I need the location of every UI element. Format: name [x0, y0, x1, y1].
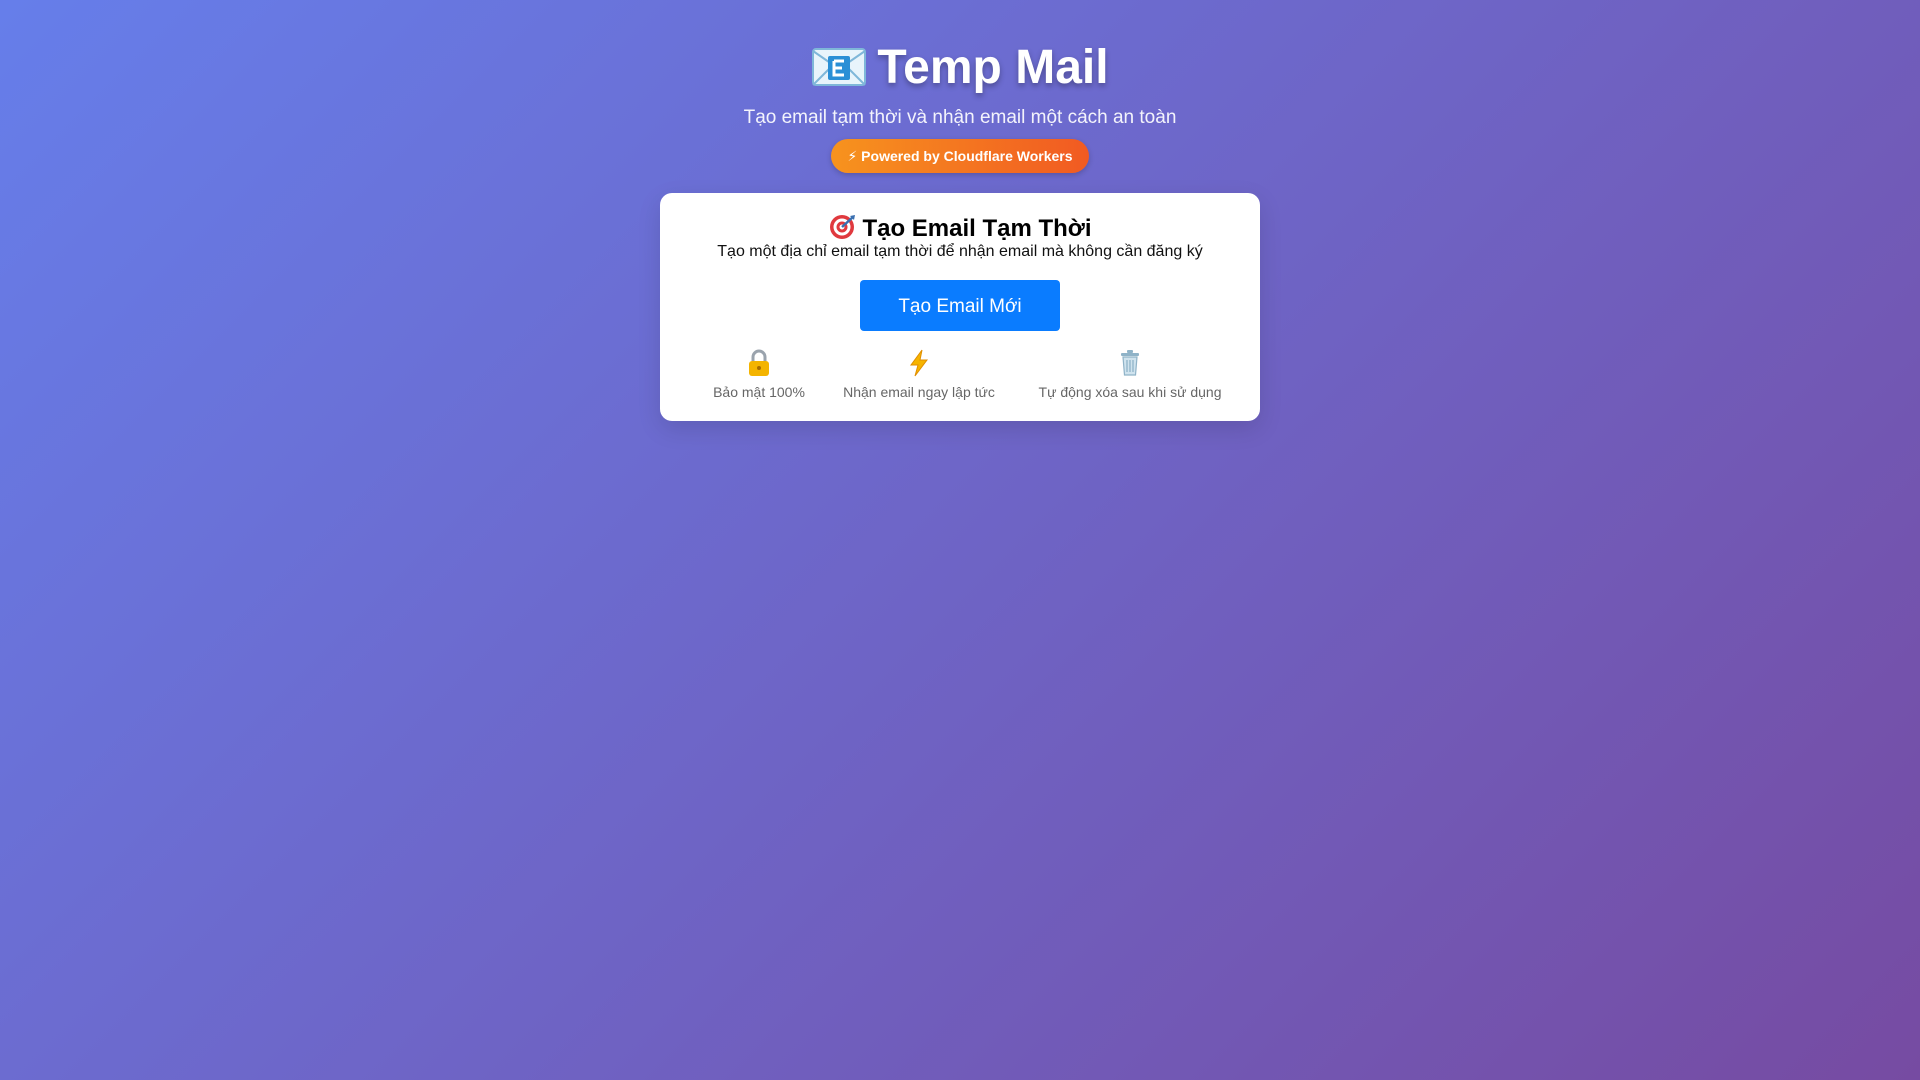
target-icon [830, 215, 856, 239]
app-title-text: Temp Mail [877, 41, 1109, 94]
feature-security: Bảo mật 100% [686, 349, 832, 401]
lightning-icon [832, 349, 1006, 379]
lock-icon [686, 349, 832, 379]
create-email-card: Tạo Email Tạm Thời Tạo một địa chỉ email… [660, 193, 1260, 421]
envelope-icon [812, 48, 867, 86]
card-title-text: Tạo Email Tạm Thời [862, 215, 1092, 242]
card-description: Tạo một địa chỉ email tạm thời để nhận e… [717, 243, 1203, 260]
feature-auto-delete: Tự động xóa sau khi sử dụng [1030, 349, 1230, 401]
feature-security-label: Bảo mật 100% [713, 384, 805, 400]
feature-instant-label: Nhận email ngay lập tức [843, 384, 995, 400]
app-subtitle: Tạo email tạm thời và nhận email một các… [743, 107, 1177, 128]
trash-icon [1030, 349, 1230, 379]
app-title: Temp Mail [0, 38, 1920, 98]
feature-auto-delete-label: Tự động xóa sau khi sử dụng [1038, 384, 1222, 400]
feature-instant: Nhận email ngay lập tức [832, 349, 1006, 401]
create-email-button[interactable]: Tạo Email Mới [860, 280, 1060, 331]
powered-badge: ⚡ Powered by Cloudflare Workers [831, 139, 1089, 173]
